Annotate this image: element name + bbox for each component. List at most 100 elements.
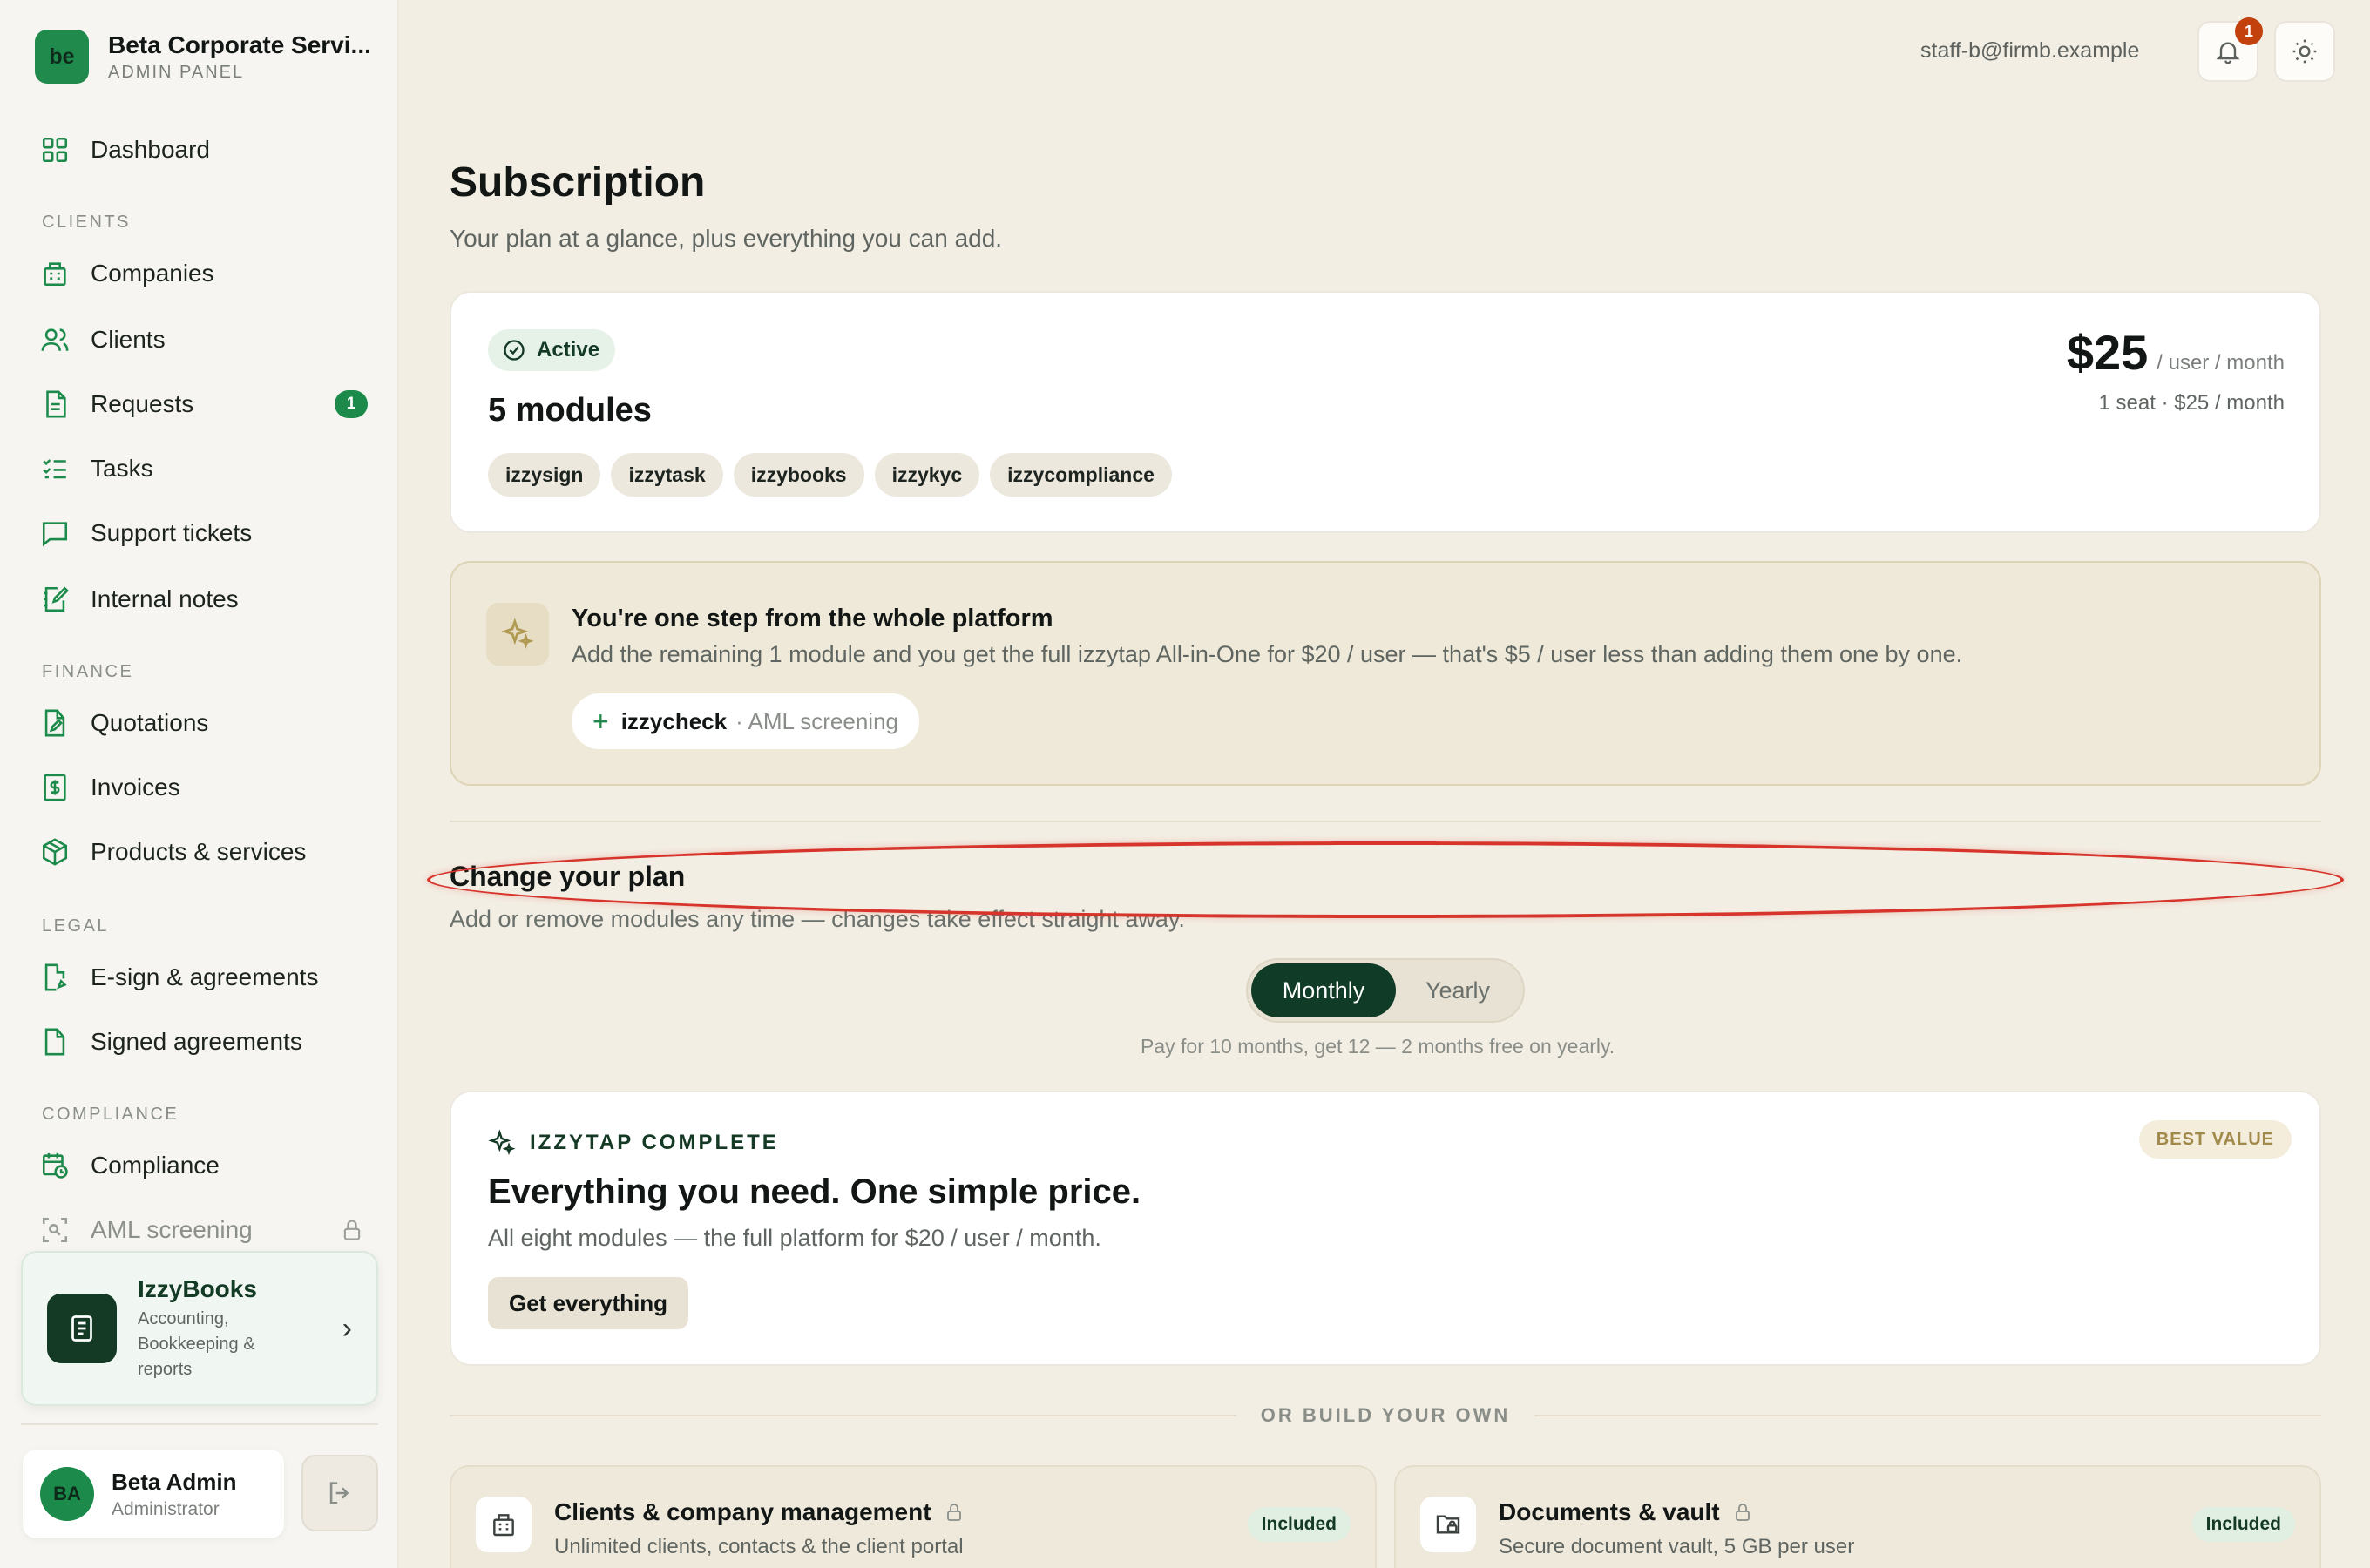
sidebar-item-signed-agreements[interactable]: Signed agreements bbox=[40, 1016, 368, 1068]
book-icon bbox=[47, 1294, 117, 1363]
plus-icon: + bbox=[592, 705, 609, 737]
sidebar-item-requests[interactable]: Requests 1 bbox=[40, 378, 368, 430]
users-icon bbox=[41, 328, 69, 351]
build-your-own-divider: OR BUILD YOUR OWN bbox=[450, 1402, 2322, 1429]
billing-period-toggle[interactable]: Monthly Yearly bbox=[1246, 958, 1525, 1023]
sidebar-item-label: Quotations bbox=[91, 709, 209, 736]
lock-icon bbox=[343, 1220, 361, 1240]
seat-summary: 1 seat · $25 / month bbox=[2098, 391, 2285, 415]
theme-toggle-button[interactable] bbox=[2274, 21, 2335, 82]
file-check-icon bbox=[44, 1028, 65, 1056]
sidebar-item-label: AML screening bbox=[91, 1216, 253, 1243]
sidebar-item-dashboard[interactable]: Dashboard bbox=[40, 124, 368, 176]
divider-label: OR BUILD YOUR OWN bbox=[1260, 1404, 1511, 1426]
logout-button[interactable] bbox=[301, 1455, 378, 1531]
bundle-description: All eight modules — the full platform fo… bbox=[488, 1225, 1101, 1251]
scan-search-icon bbox=[42, 1217, 68, 1243]
chat-icon bbox=[42, 522, 68, 547]
module-description: Unlimited clients, contacts & the client… bbox=[554, 1535, 964, 1558]
sidebar-item-quotations[interactable]: Quotations bbox=[40, 697, 368, 749]
avatar: BA bbox=[40, 1467, 94, 1521]
sidebar-item-label: Companies bbox=[91, 260, 214, 287]
user-name: Beta Admin bbox=[112, 1468, 237, 1495]
section-divider bbox=[450, 821, 2321, 822]
promo-description: Accounting, Bookkeeping & reports bbox=[138, 1308, 255, 1379]
file-signature-icon bbox=[44, 963, 67, 991]
price-unit: / user / month bbox=[2157, 351, 2285, 375]
brand-logo: be bbox=[35, 30, 89, 84]
sidebar-item-label: Requests bbox=[91, 390, 194, 417]
sidebar-item-label: Products & services bbox=[91, 838, 307, 865]
get-everything-button[interactable]: Get everything bbox=[488, 1277, 689, 1329]
price-amount: $25 bbox=[2066, 325, 2149, 380]
sidebar-item-clients[interactable]: Clients bbox=[40, 314, 368, 366]
sparkles-icon bbox=[488, 1129, 516, 1156]
module-chip-list: izzysign izzytask izzybooks izzykyc izzy… bbox=[488, 453, 1182, 497]
building-icon bbox=[476, 1497, 532, 1552]
sidebar-item-esign[interactable]: E-sign & agreements bbox=[40, 951, 368, 1004]
sidebar-item-companies[interactable]: Companies bbox=[40, 247, 368, 300]
logout-icon bbox=[329, 1482, 349, 1504]
sidebar-item-tasks[interactable]: Tasks bbox=[40, 443, 368, 495]
izzytap-complete-card: IZZYTAP COMPLETE Everything you need. On… bbox=[450, 1091, 2321, 1366]
module-chip: izzytask bbox=[611, 453, 723, 497]
best-value-badge: BEST VALUE bbox=[2138, 1120, 2292, 1159]
building-icon bbox=[44, 262, 66, 287]
sidebar-item-label: Compliance bbox=[91, 1152, 220, 1179]
status-badge: Active bbox=[488, 329, 616, 371]
check-circle-icon bbox=[504, 340, 525, 361]
izzybooks-promo-card[interactable]: IzzyBooks Accounting, Bookkeeping & repo… bbox=[21, 1251, 378, 1406]
checklist-icon bbox=[43, 459, 66, 479]
bell-icon bbox=[2216, 42, 2240, 64]
brand[interactable]: be Beta Corporate Servi... ADMIN PANEL bbox=[35, 30, 371, 84]
folder-lock-icon bbox=[1420, 1497, 1476, 1552]
user-role: Administrator bbox=[112, 1498, 220, 1519]
add-izzycheck-button[interactable]: + izzycheck · AML screening bbox=[572, 693, 919, 749]
sidebar-item-invoices[interactable]: Invoices bbox=[40, 761, 368, 814]
module-chip: izzykyc bbox=[874, 453, 980, 497]
sidebar-item-label: Support tickets bbox=[91, 519, 253, 546]
module-chip: izzybooks bbox=[733, 453, 864, 497]
sidebar-item-internal-notes[interactable]: Internal notes bbox=[40, 573, 368, 625]
addon-module-name: izzycheck bbox=[620, 707, 728, 734]
grid-icon bbox=[42, 137, 68, 163]
chevron-right-icon: › bbox=[342, 1311, 352, 1345]
sidebar-item-compliance[interactable]: Compliance bbox=[40, 1139, 368, 1192]
bundle-eyebrow-label: IZZYTAP COMPLETE bbox=[530, 1131, 779, 1154]
nav-section-compliance: COMPLIANCE bbox=[42, 1105, 179, 1124]
sidebar-item-label: E-sign & agreements bbox=[91, 963, 319, 990]
upsell-description: Add the remaining 1 module and you get t… bbox=[572, 641, 1963, 667]
upsell-title: You're one step from the whole platform bbox=[572, 605, 1053, 632]
module-title-text: Clients & company management bbox=[554, 1498, 931, 1525]
nav-section-finance: FINANCE bbox=[42, 662, 134, 681]
bundle-eyebrow: IZZYTAP COMPLETE bbox=[488, 1129, 779, 1157]
sidebar-item-products-services[interactable]: Products & services bbox=[40, 826, 368, 878]
sidebar: be Beta Corporate Servi... ADMIN PANEL D… bbox=[0, 0, 399, 1568]
billing-monthly-option[interactable]: Monthly bbox=[1251, 963, 1396, 1017]
module-title-text: Documents & vault bbox=[1499, 1498, 1720, 1525]
notebook-pen-icon bbox=[44, 586, 69, 612]
sidebar-item-aml-screening[interactable]: AML screening bbox=[40, 1204, 368, 1256]
nav-section-legal: LEGAL bbox=[42, 916, 109, 936]
sidebar-item-support-tickets[interactable]: Support tickets bbox=[40, 507, 368, 559]
lock-icon bbox=[1735, 1504, 1750, 1521]
status-label: Active bbox=[537, 338, 600, 362]
package-icon bbox=[42, 838, 68, 866]
billing-yearly-option[interactable]: Yearly bbox=[1396, 963, 1520, 1017]
promo-title: IzzyBooks bbox=[138, 1274, 257, 1302]
module-chip: izzycompliance bbox=[990, 453, 1172, 497]
invoice-dollar-icon bbox=[44, 774, 66, 801]
sidebar-item-label: Tasks bbox=[91, 455, 153, 482]
sidebar-item-label: Dashboard bbox=[91, 136, 210, 163]
nav-section-clients: CLIENTS bbox=[42, 213, 131, 232]
sidebar-item-label: Invoices bbox=[91, 774, 180, 801]
brand-subtitle: ADMIN PANEL bbox=[108, 62, 245, 82]
lock-icon bbox=[946, 1504, 961, 1521]
sidebar-item-label: Clients bbox=[91, 326, 166, 353]
user-profile-card[interactable]: BA Beta Admin Administrator bbox=[23, 1450, 284, 1538]
page-title: Subscription bbox=[450, 159, 706, 206]
modules-count-title: 5 modules bbox=[488, 392, 652, 429]
file-edit-icon bbox=[44, 709, 65, 737]
sidebar-divider bbox=[21, 1423, 378, 1425]
brand-name: Beta Corporate Servi... bbox=[108, 30, 371, 58]
